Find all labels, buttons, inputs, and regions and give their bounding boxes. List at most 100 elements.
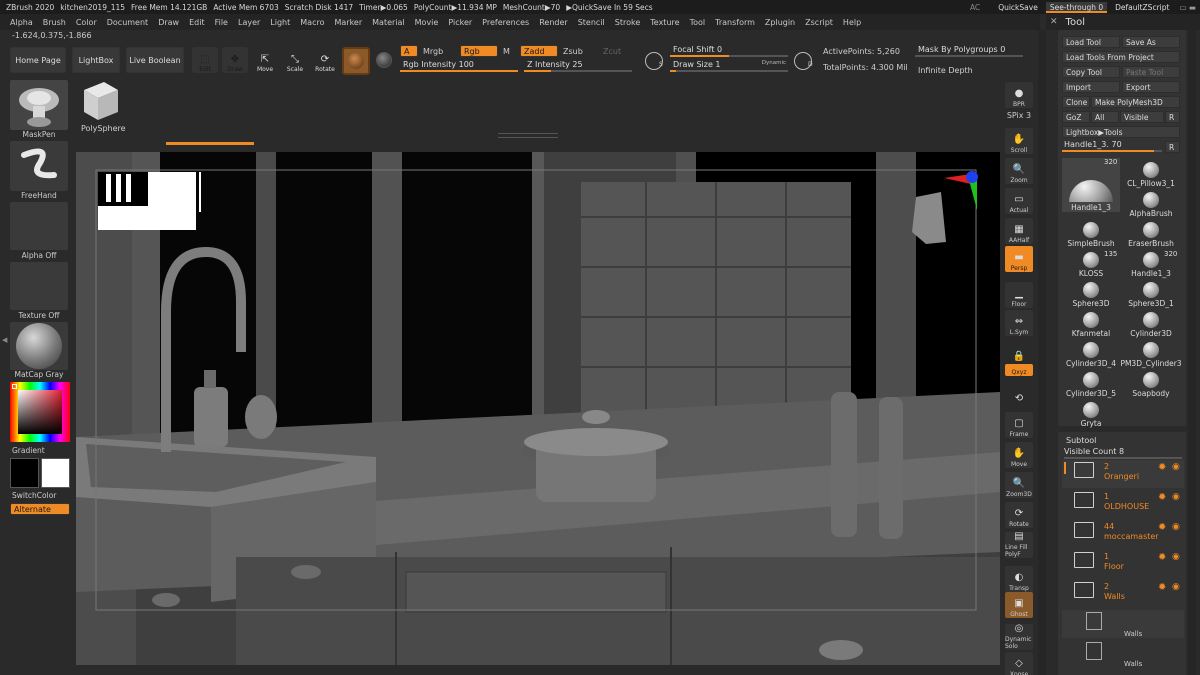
gear-icon[interactable]: ✹ (1158, 552, 1166, 563)
tool-thumb-kfanmetal[interactable]: Kfanmetal (1062, 308, 1120, 338)
gear-icon[interactable]: ✹ (1158, 582, 1166, 593)
rt-rotate-local-button[interactable]: ⟲ (1005, 380, 1033, 406)
menu-marker[interactable]: Marker (334, 18, 362, 27)
rt-ghost-button[interactable]: ▣ Ghost (1005, 592, 1033, 618)
menu-edit[interactable]: Edit (189, 18, 205, 27)
rt-xpose-button[interactable]: ◇ Xpose (1005, 652, 1033, 675)
secondary-color-swatch[interactable] (41, 458, 70, 488)
color-picker[interactable] (10, 382, 70, 442)
left-panel-collapse-icon[interactable]: ◀ (2, 336, 7, 344)
close-icon[interactable]: ✕ (1050, 17, 1058, 27)
rt-zoom-button[interactable]: 🔍 Zoom (1005, 158, 1033, 184)
gear-icon[interactable]: ✹ (1158, 492, 1166, 503)
tool-thumb-sphere3d[interactable]: Sphere3D (1062, 278, 1120, 308)
visible-count[interactable]: Visible Count 8 (1064, 447, 1182, 459)
menu-layer[interactable]: Layer (238, 18, 260, 27)
tool-thumb-alphabrush[interactable]: AlphaBrush (1122, 188, 1180, 218)
rt-polyf-button[interactable]: ▤ Line Fill PolyF (1005, 531, 1033, 558)
move-button[interactable]: ⇱ Move (252, 47, 278, 74)
rgb-button[interactable]: Rgb (460, 45, 498, 57)
subtool-item-walls-1[interactable]: Walls (1062, 610, 1184, 638)
tool-thumb-gryta[interactable]: Gryta (1062, 398, 1120, 428)
tool-thumb-eraserbrush[interactable]: EraserBrush (1122, 218, 1180, 248)
menu-brush[interactable]: Brush (43, 18, 66, 27)
ac-label[interactable]: AC (970, 3, 980, 12)
subtool-item-moccamaster[interactable]: 44 moccamaster ✹ ◉ (1062, 520, 1184, 548)
zsub-button[interactable]: Zsub (563, 47, 583, 56)
menu-material[interactable]: Material (372, 18, 405, 27)
eye-icon[interactable]: ◉ (1172, 462, 1180, 472)
gradient-label[interactable]: Gradient (12, 446, 45, 455)
rgb-intensity-slider[interactable]: Rgb Intensity 100 (400, 60, 518, 72)
live-boolean-button[interactable]: Live Boolean (126, 47, 184, 73)
lightbox-button[interactable]: LightBox (72, 47, 120, 73)
rt-lsym-button[interactable]: ⇔ L.Sym (1005, 310, 1033, 336)
right-toolbar-scrollbar[interactable] (1038, 30, 1046, 675)
subtool-item-oldhouse[interactable]: 1 OLDHOUSE ✹ ◉ (1062, 490, 1184, 518)
default-zscript[interactable]: DefaultZScript (1115, 3, 1169, 12)
dynamic-toggle[interactable]: Dynamic (762, 60, 786, 66)
tool-thumb-handle1-3[interactable]: Handle1_3 (1062, 158, 1120, 212)
menu-macro[interactable]: Macro (300, 18, 324, 27)
edit-button[interactable]: ⬚ Edit (192, 47, 218, 73)
rt-zoom3d-button[interactable]: 🔍 Zoom3D (1005, 472, 1033, 498)
alpha-off-slot[interactable] (10, 202, 68, 250)
tool-thumb-cylinder3d-4[interactable]: Cylinder3D_4 (1062, 338, 1120, 368)
a-button[interactable]: A (400, 45, 418, 57)
menu-zplugin[interactable]: Zplugin (765, 18, 795, 27)
matcap-sphere-icon[interactable] (376, 52, 392, 68)
texture-off-slot[interactable] (10, 262, 68, 310)
make-polymesh-button[interactable]: Make PolyMesh3D (1091, 96, 1180, 108)
eye-icon[interactable]: ◉ (1172, 582, 1180, 592)
eye-icon[interactable]: ◉ (1172, 552, 1180, 562)
z-intensity-slider[interactable]: Z Intensity 25 (524, 60, 632, 72)
see-through-slider[interactable]: See-through 0 (1045, 1, 1108, 13)
rt-actual-button[interactable]: ▭ Actual (1005, 188, 1033, 214)
tool-thumb-cylinder3d[interactable]: Cylinder3D (1122, 308, 1180, 338)
gear-icon[interactable]: ✹ (1158, 462, 1166, 473)
home-page-button[interactable]: Home Page (10, 47, 66, 73)
rt-spix-button[interactable]: SPix 3 (1005, 108, 1033, 120)
load-tools-from-project-button[interactable]: Load Tools From Project (1062, 51, 1180, 63)
menu-picker[interactable]: Picker (448, 18, 472, 27)
menu-light[interactable]: Light (270, 18, 290, 27)
scale-button[interactable]: ⤡ Scale (282, 47, 308, 74)
mrgb-button[interactable]: Mrgb (423, 47, 443, 56)
import-button[interactable]: Import (1062, 81, 1120, 93)
menu-file[interactable]: File (215, 18, 228, 27)
rt-transp-button[interactable]: ◐ Transp (1005, 566, 1033, 592)
matcap-gray-material[interactable] (10, 322, 68, 370)
rt-solo-button[interactable]: ◎ Dynamic Solo (1005, 623, 1033, 650)
m-button[interactable]: M (503, 47, 510, 56)
tool-thumb-soapbody[interactable]: Soapbody (1122, 368, 1180, 398)
rt-aahalf-button[interactable]: ▦ AAHalf (1005, 218, 1033, 244)
rt-frame-button[interactable]: ▢ Frame (1005, 412, 1033, 438)
clone-button[interactable]: Clone (1062, 96, 1090, 108)
save-as-button[interactable]: Save As (1122, 36, 1180, 48)
switchcolor-button[interactable]: SwitchColor (12, 491, 56, 500)
menu-stencil[interactable]: Stencil (578, 18, 605, 27)
right-panel-scrollbar[interactable] (1188, 30, 1196, 675)
subtool-item-orangeri[interactable]: 2 Orangeri ✹ ◉ (1062, 460, 1184, 488)
menu-stroke[interactable]: Stroke (615, 18, 641, 27)
menu-render[interactable]: Render (539, 18, 567, 27)
tool-title[interactable]: Tool (1066, 17, 1085, 28)
mask-by-polygroups-slider[interactable]: Mask By Polygroups 0 (915, 45, 1023, 57)
maskpen-brush[interactable] (10, 80, 68, 130)
infinite-depth-button[interactable]: Infinite Depth (918, 66, 973, 75)
draw-button[interactable]: ✥ Draw (222, 47, 248, 73)
paste-tool-button[interactable]: Paste Tool (1122, 66, 1180, 78)
menu-transform[interactable]: Transform (715, 18, 755, 27)
goz-button[interactable]: GoZ (1062, 111, 1090, 123)
export-button[interactable]: Export (1122, 81, 1180, 93)
rt-qxyz-button[interactable]: Qxyz (1005, 364, 1033, 376)
quicksave-button[interactable]: QuickSave (998, 3, 1038, 12)
draw-size-slider[interactable]: Draw Size 1 Dynamic (670, 60, 788, 72)
alternate-button[interactable]: Alternate (10, 503, 70, 515)
menu-draw[interactable]: Draw (158, 18, 179, 27)
menu-texture[interactable]: Texture (650, 18, 679, 27)
focal-shift-slider[interactable]: Focal Shift 0 (670, 45, 788, 57)
menu-alpha[interactable]: Alpha (10, 18, 33, 27)
tool-thumb-cl-pillow3-1[interactable]: CL_Pillow3_1 (1122, 158, 1180, 188)
menu-color[interactable]: Color (76, 18, 97, 27)
